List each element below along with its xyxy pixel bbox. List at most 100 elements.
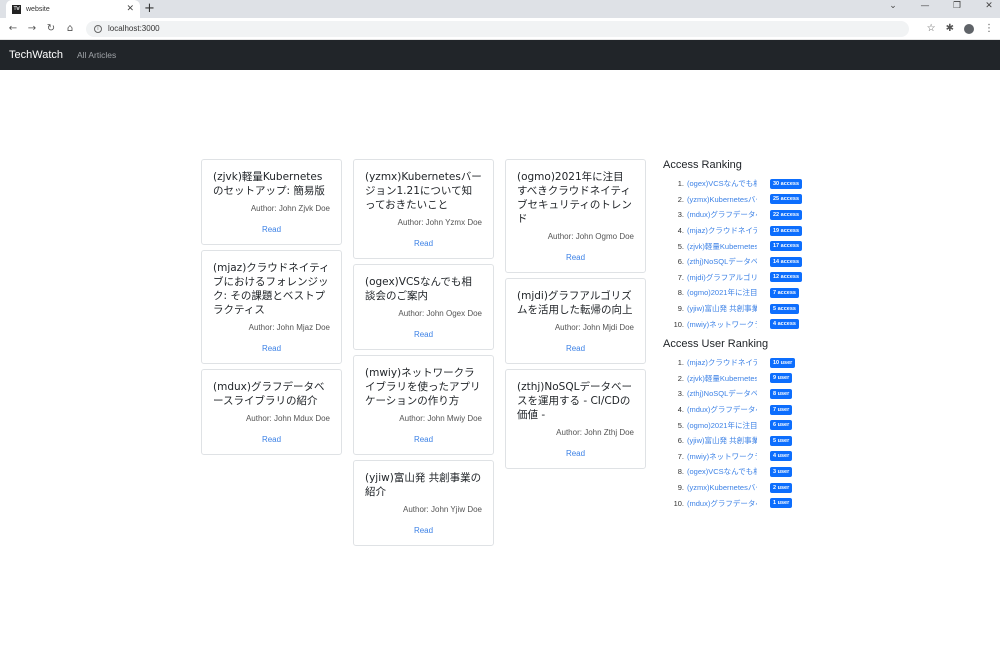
article-card: (ogex)VCSなんでも相談会のご案内 Author: John Ogex D…: [353, 264, 494, 350]
brand-logo[interactable]: TechWatch: [9, 49, 63, 61]
favicon-icon: TW: [12, 4, 21, 14]
rank-number: 8.: [677, 288, 684, 298]
read-link[interactable]: Read: [365, 330, 482, 339]
read-link[interactable]: Read: [517, 449, 634, 458]
list-item: 7.(mwiy)ネットワークライブラリ 4 user: [663, 449, 823, 465]
list-item: 8.(ogmo)2021年に注目すべき 7 access: [663, 285, 823, 301]
access-badge: 17 access: [770, 241, 802, 252]
close-tab-icon[interactable]: ✕: [126, 4, 134, 14]
ranking-link[interactable]: (ogex)VCSなんでも相談会のご案内: [687, 178, 757, 189]
ranking-link[interactable]: (yzmx)Kubernetesバージョン1.21について知っておきたいこと: [687, 482, 757, 493]
ranking-link[interactable]: (mjaz)クラウドネイティブにおけるフォレンジック: [687, 357, 757, 368]
new-tab-icon[interactable]: +: [144, 1, 155, 16]
rank-number: 9.: [677, 304, 684, 314]
read-link[interactable]: Read: [213, 344, 330, 353]
article-title: (mdux)グラフデータベースライブラリの紹介: [213, 381, 325, 407]
list-item: 1.(mjaz)クラウドネイティブにおけるフォレンジック 10 user: [663, 355, 823, 371]
app-navbar: TechWatch All Articles: [0, 40, 1000, 70]
nav-link-all-articles[interactable]: All Articles: [77, 50, 116, 60]
read-link[interactable]: Read: [517, 253, 634, 262]
list-item: 7.(mjdi)グラフアルゴリズムを活用した転帰の向上 12 access: [663, 270, 823, 286]
ranking-link[interactable]: (zthj)NoSQLデータベースを運用する: [687, 256, 757, 267]
home-icon[interactable]: ⌂: [63, 23, 77, 34]
close-window-icon[interactable]: ✕: [984, 1, 994, 11]
article-column-1: (zjvk)軽量Kubernetesのセットアップ: 簡易版 Author: J…: [201, 159, 342, 460]
article-title: (yzmx)Kubernetesバージョン1.21について知っておきたいこと: [365, 171, 482, 211]
ranking-link[interactable]: (zthj)NoSQLデータベースを運用する: [687, 388, 757, 399]
article-author: Author: John Zjvk Doe: [250, 204, 330, 213]
back-icon[interactable]: ←: [6, 23, 20, 34]
article-card: (ogmo)2021年に注目すべきクラウドネイティブセキュリティのトレンド Au…: [505, 159, 646, 273]
ranking-link[interactable]: (mdux)グラフデータベースライブラリの紹介: [687, 209, 757, 220]
list-item: 9.(yjiw)富山発 共創事業の紹介 5 access: [663, 301, 823, 317]
browser-tab[interactable]: TW website ✕: [6, 0, 140, 18]
read-link[interactable]: Read: [365, 239, 482, 248]
ranking-link[interactable]: (mjaz)クラウドネイティブにおけるフォレンジック: [687, 225, 757, 236]
article-title: (ogex)VCSなんでも相談会のご案内: [365, 276, 472, 302]
rank-number: 2.: [677, 373, 684, 383]
restore-icon[interactable]: ❐: [952, 1, 962, 11]
ranking-link[interactable]: (zjvk)軽量Kubernetesのセットアップ: [687, 373, 757, 384]
ranking-link[interactable]: (yjiw)富山発 共創事業の紹介: [687, 303, 757, 314]
ranking-link[interactable]: (yzmx)Kubernetesバージョン1.21について知っておきたいこと: [687, 194, 757, 205]
article-card: (mdux)グラフデータベースライブラリの紹介 Author: John Mdu…: [201, 369, 342, 455]
read-link[interactable]: Read: [365, 435, 482, 444]
ranking-link[interactable]: (mjdi)グラフアルゴリズムを活用した転帰の向上: [687, 272, 757, 283]
access-ranking-list: 1.(ogex)VCSなんでも相談会のご案内 30 access 2.(yzmx)…: [663, 176, 823, 332]
article-author: Author: John Mjaz Doe: [248, 323, 330, 332]
bookmark-star-icon[interactable]: ☆: [927, 23, 936, 34]
rank-number: 6.: [677, 257, 684, 267]
ranking-link[interactable]: (mdux)グラフデータベースライブラリの紹介: [687, 498, 757, 509]
rank-number: 10.: [673, 498, 684, 508]
list-item: 5.(zjvk)軽量Kubernetesのセットアップ 17 access: [663, 238, 823, 254]
reload-icon[interactable]: ↻: [44, 23, 58, 34]
extensions-icon[interactable]: ✱: [946, 23, 954, 34]
rank-number: 9.: [677, 483, 684, 493]
read-link[interactable]: Read: [517, 344, 634, 353]
address-bar[interactable]: i localhost:3000: [86, 20, 909, 37]
list-item: 10.(mwiy)ネットワークライブラリ 4 access: [663, 316, 823, 332]
ranking-link[interactable]: (zjvk)軽量Kubernetesのセットアップ: [687, 241, 757, 252]
ranking-link[interactable]: (ogmo)2021年に注目すべき: [687, 420, 757, 431]
article-card: (mjdi)グラフアルゴリズムを活用した転帰の向上 Author: John M…: [505, 278, 646, 364]
ranking-link[interactable]: (ogex)VCSなんでも相談会のご案内: [687, 466, 757, 477]
rank-number: 10.: [673, 319, 684, 329]
rank-number: 3.: [677, 210, 684, 220]
info-icon[interactable]: i: [94, 24, 102, 33]
article-column-3: (ogmo)2021年に注目すべきクラウドネイティブセキュリティのトレンド Au…: [505, 159, 646, 474]
article-card: (mjaz)クラウドネイティブにおけるフォレンジック: その課題とベストプラクテ…: [201, 250, 342, 364]
rank-number: 5.: [677, 241, 684, 251]
user-badge: 4 user: [770, 451, 793, 462]
article-title: (zthj)NoSQLデータベースを運用する - CI/CDの価値 -: [517, 381, 632, 421]
article-author: Author: John Zthj Doe: [556, 428, 634, 437]
ranking-link[interactable]: (yjiw)富山発 共創事業の紹介: [687, 435, 757, 446]
ranking-link[interactable]: (mwiy)ネットワークライブラリ: [687, 451, 757, 462]
forward-icon[interactable]: →: [25, 23, 39, 34]
ranking-link[interactable]: (ogmo)2021年に注目すべき: [687, 287, 757, 298]
article-card: (zthj)NoSQLデータベースを運用する - CI/CDの価値 - Auth…: [505, 369, 646, 469]
minimize-icon[interactable]: —: [920, 1, 930, 11]
user-badge: 3 user: [770, 466, 793, 477]
ranking-link[interactable]: (mwiy)ネットワークライブラリ: [687, 319, 757, 330]
access-ranking: Access Ranking 1.(ogex)VCSなんでも相談会のご案内 30 …: [663, 159, 823, 332]
access-badge: 19 access: [770, 225, 802, 236]
article-author: Author: John Mwiy Doe: [399, 414, 482, 423]
user-badge: 10 user: [770, 357, 796, 368]
menu-icon[interactable]: ⋮: [984, 23, 994, 34]
read-link[interactable]: Read: [365, 526, 482, 535]
url-text[interactable]: localhost:3000: [108, 24, 160, 33]
browser-toolbar: ← → ↻ ⌂ i localhost:3000 ☆ ✱ ⋮: [0, 18, 1000, 40]
read-link[interactable]: Read: [213, 435, 330, 444]
tab-title: website: [26, 5, 50, 13]
profile-icon[interactable]: [964, 23, 974, 34]
read-link[interactable]: Read: [213, 225, 330, 234]
ranking-link[interactable]: (mdux)グラフデータベースライブラリの紹介: [687, 404, 757, 415]
article-author: Author: John Ogex Doe: [398, 309, 482, 318]
chevron-down-icon[interactable]: ⌄: [888, 1, 898, 11]
user-badge: 7 user: [770, 404, 793, 415]
list-item: 10.(mdux)グラフデータベースライブラリの紹介 1 user: [663, 495, 823, 511]
article-card: (yjiw)富山発 共創事業の紹介 Author: John Yjiw Doe …: [353, 460, 494, 546]
list-item: 6.(yjiw)富山発 共創事業の紹介 5 user: [663, 433, 823, 449]
article-title: (yjiw)富山発 共創事業の紹介: [365, 472, 482, 498]
article-title: (ogmo)2021年に注目すべきクラウドネイティブセキュリティのトレンド: [517, 171, 632, 225]
